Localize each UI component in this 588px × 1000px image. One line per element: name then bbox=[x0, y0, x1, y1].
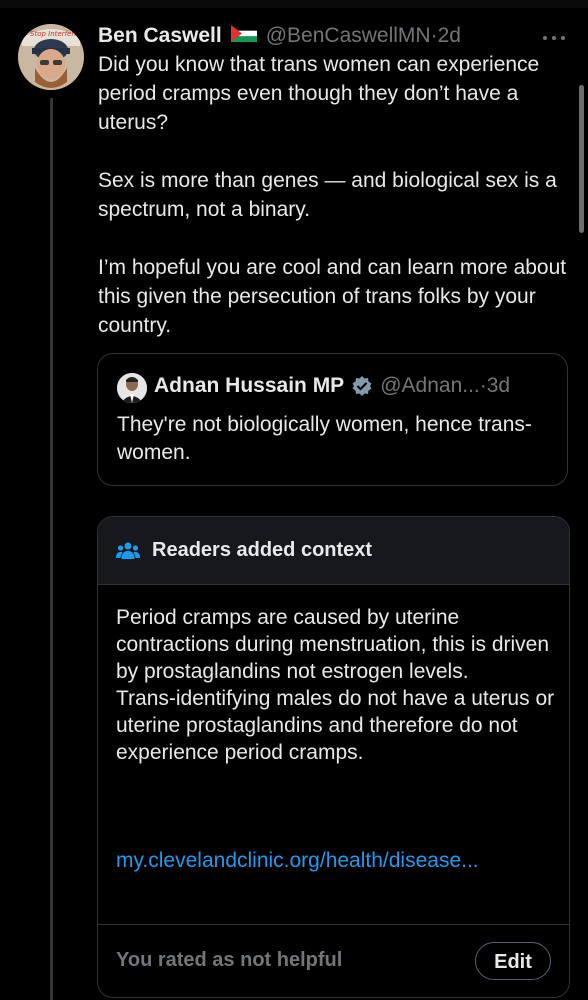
tweet-header: Ben Caswell @BenCaswellMN · 2d bbox=[98, 21, 461, 51]
edit-rating-button[interactable]: Edit bbox=[475, 942, 551, 980]
svg-text:Stop Interfering: Stop Interfering bbox=[30, 30, 84, 38]
tweet-paragraph: I’m hopeful you are cool and can learn m… bbox=[98, 256, 567, 337]
note-source-link[interactable]: my.clevelandclinic.org/health/disease... bbox=[116, 849, 479, 873]
note-paragraph: Trans-identifying males do not have a ut… bbox=[116, 687, 555, 764]
note-header[interactable]: Readers added context bbox=[98, 517, 569, 585]
note-text: Period cramps are caused by uterine cont… bbox=[116, 604, 556, 766]
tweet-paragraph: Sex is more than genes — and biological … bbox=[98, 169, 557, 221]
note-title: Readers added context bbox=[152, 539, 373, 561]
tweet-paragraph: Did you know that trans women can experi… bbox=[98, 53, 540, 134]
more-dots-icon[interactable] bbox=[542, 22, 566, 48]
tweet: Stop Interfering Ben Caswell @BenCaswell… bbox=[0, 0, 588, 1000]
quoted-text: They're not biologically women, hence tr… bbox=[117, 413, 532, 464]
tweet-text: Did you know that trans women can experi… bbox=[98, 50, 568, 369]
note-paragraph: Period cramps are caused by uterine cont… bbox=[116, 606, 550, 683]
palestine-flag-icon bbox=[230, 24, 257, 48]
thread-line bbox=[50, 98, 53, 1000]
author-avatar[interactable]: Stop Interfering bbox=[18, 24, 84, 90]
people-icon bbox=[116, 541, 140, 561]
top-divider bbox=[0, 0, 588, 8]
quoted-author-handle: @Adnan... bbox=[380, 374, 480, 397]
author-handle[interactable]: @BenCaswellMN bbox=[266, 24, 431, 48]
quoted-age: 3d bbox=[486, 374, 511, 397]
separator: · bbox=[430, 24, 438, 47]
quoted-author-avatar bbox=[117, 373, 147, 403]
author-name[interactable]: Ben Caswell bbox=[98, 24, 222, 48]
rating-status: You rated as not helpful bbox=[116, 949, 343, 971]
tweet-age[interactable]: 2d bbox=[438, 24, 461, 48]
quoted-header: Adnan Hussain MP @Adnan... · 3d bbox=[154, 374, 510, 398]
quoted-author-name: Adnan Hussain MP bbox=[154, 374, 345, 397]
verified-badge-icon bbox=[351, 375, 373, 397]
community-note: Readers added context Period cramps are … bbox=[97, 516, 570, 998]
quoted-tweet[interactable]: Adnan Hussain MP @Adnan... · 3d They're … bbox=[97, 353, 568, 486]
note-footer: You rated as not helpful Edit bbox=[98, 924, 569, 997]
scrollbar[interactable] bbox=[579, 85, 584, 233]
separator: · bbox=[479, 374, 487, 397]
